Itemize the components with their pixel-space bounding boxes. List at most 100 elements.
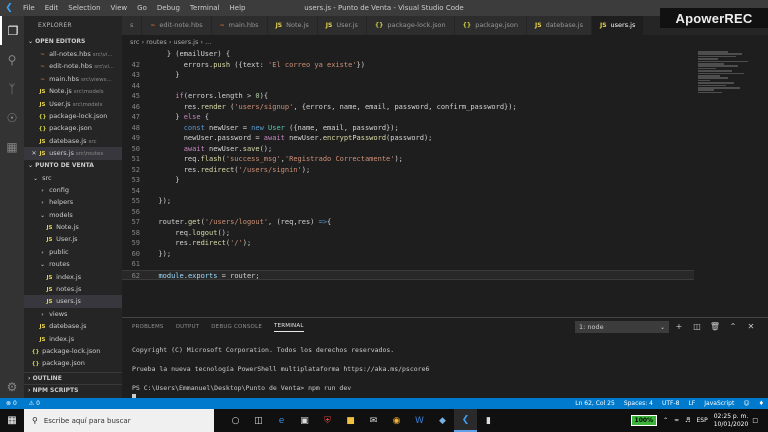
terminal-output[interactable]: Copyright (C) Microsoft Corporation. Tod… <box>122 336 768 403</box>
chevron-up-icon[interactable]: ⌃ <box>663 417 668 424</box>
open-editor-item[interactable]: JS User.js src\models <box>24 98 122 110</box>
tab-main-hbs[interactable]: ~ main.hbs <box>211 16 268 35</box>
tab-package-json[interactable]: {} package.json <box>454 16 527 35</box>
tab-note-js[interactable]: JS Note.js <box>267 16 318 35</box>
open-editor-item[interactable]: ✕ JS users.js src\routes <box>24 147 122 160</box>
panel-tab-debug-console[interactable]: DEBUG CONSOLE <box>211 324 262 330</box>
tree-file[interactable]: JS User.js <box>24 233 122 245</box>
tree-file[interactable]: JS datebase.js <box>24 320 122 332</box>
bell-icon[interactable]: ♦ <box>759 398 764 409</box>
gear-icon[interactable]: ⚙ <box>0 380 24 394</box>
debug-icon[interactable]: ☉ <box>0 103 24 132</box>
tab-s[interactable]: s <box>122 16 143 35</box>
mail-icon[interactable]: ✉ <box>362 409 385 432</box>
tree-file[interactable]: JS Note.js <box>24 221 122 233</box>
notifications-icon[interactable]: □ <box>752 417 758 424</box>
code-line[interactable]: 45 if(errors.length > 0){ <box>122 91 694 102</box>
minimap[interactable] <box>694 49 768 317</box>
code-line[interactable]: 52 res.redirect('/users/signin'); <box>122 165 694 176</box>
code-line[interactable]: 58 req.logout(); <box>122 228 694 239</box>
code-line[interactable]: 53 } <box>122 175 694 186</box>
chrome-icon[interactable]: ◉ <box>385 409 408 432</box>
code-line[interactable]: 51 req.flash('success_msg','Registrado C… <box>122 154 694 165</box>
cursor-position[interactable]: Ln 62, Col 25 <box>575 398 615 409</box>
app-cube-icon[interactable]: ◆ <box>431 409 454 432</box>
cortana-icon[interactable]: ○ <box>224 409 247 432</box>
task-view-icon[interactable]: ◫ <box>247 409 270 432</box>
menu-help[interactable]: Help <box>225 0 251 16</box>
breadcrumb-item[interactable]: src <box>130 38 140 46</box>
code-line[interactable]: 55 }); <box>122 196 694 207</box>
search-icon[interactable]: ⚲ <box>0 45 24 74</box>
open-editor-item[interactable]: {} package-lock.json <box>24 110 122 122</box>
tree-folder[interactable]: ⌄ src <box>24 172 122 184</box>
taskbar-search[interactable]: ⚲ Escribe aquí para buscar <box>24 409 214 432</box>
tree-file[interactable]: {} package.json <box>24 357 122 369</box>
code-line[interactable]: 42 errors.push ({text: 'El correo ya exi… <box>122 60 694 71</box>
extensions-icon[interactable]: ▦ <box>0 132 24 161</box>
windows-start-icon[interactable]: ▦ <box>0 409 24 432</box>
panel-tab-terminal[interactable]: TERMINAL <box>274 323 304 332</box>
code-line[interactable]: 44 <box>122 81 694 92</box>
close-icon[interactable]: ✕ <box>30 148 38 159</box>
breadcrumb-item[interactable]: users.js <box>174 38 199 46</box>
npm-scripts-section[interactable]: › NPM SCRIPTS <box>24 384 122 396</box>
vscode-taskbar-icon[interactable]: ❮ <box>454 409 477 432</box>
code-line[interactable]: 50 await newUser.save(); <box>122 144 694 155</box>
indentation[interactable]: Spaces: 4 <box>624 398 653 409</box>
language-mode[interactable]: JavaScript <box>704 398 734 409</box>
new-terminal-icon[interactable]: + <box>670 321 688 333</box>
film-icon[interactable]: ▮ <box>477 409 500 432</box>
outline-section[interactable]: › OUTLINE <box>24 372 122 384</box>
menu-terminal[interactable]: Terminal <box>185 0 225 16</box>
code-line[interactable]: 60 }); <box>122 249 694 260</box>
explorer-icon[interactable]: ❐ <box>0 16 24 45</box>
tree-file[interactable]: JS users.js <box>24 295 122 308</box>
open-editor-item[interactable]: ~ main.hbs src\views... <box>24 73 122 85</box>
breadcrumb-item[interactable]: routes <box>146 38 167 46</box>
open-editor-item[interactable]: ~ all-notes.hbs src\vi... <box>24 48 122 60</box>
menu-file[interactable]: File <box>18 0 40 16</box>
terminal-select[interactable]: 1: node ⌄ <box>575 321 669 333</box>
code-line[interactable]: 47 } else { <box>122 112 694 123</box>
volume-icon[interactable]: ♬ <box>685 417 690 424</box>
code-line[interactable]: 43 } <box>122 70 694 81</box>
wifi-icon[interactable]: ≈ <box>674 417 679 424</box>
code-line[interactable]: 48 const newUser = new User ({name, emai… <box>122 123 694 134</box>
eol[interactable]: LF <box>688 398 695 409</box>
maximize-panel-icon[interactable]: ⌃ <box>724 321 742 333</box>
tree-file[interactable]: JS index.js <box>24 333 122 345</box>
code-editor[interactable]: } (emailUser) {42 errors.push ({text: 'E… <box>122 49 694 317</box>
menu-edit[interactable]: Edit <box>40 0 64 16</box>
clock[interactable]: 02:25 p. m. 10/01/2020 <box>714 413 749 429</box>
tab-package-lock-json[interactable]: {} package-lock.json <box>366 16 455 35</box>
tab-edit-note-hbs[interactable]: ~ edit-note.hbs <box>142 16 212 35</box>
project-section[interactable]: ⌄ PUNTO DE VENTA <box>24 160 122 172</box>
code-line[interactable]: 61 <box>122 259 694 270</box>
code-line[interactable]: 54 <box>122 186 694 197</box>
code-line[interactable]: 57 router.get('/users/logout', (req,res)… <box>122 217 694 228</box>
open-editor-item[interactable]: JS datebase.js src <box>24 135 122 147</box>
code-line[interactable]: 62 module.exports = router; <box>122 269 694 280</box>
menu-go[interactable]: Go <box>132 0 152 16</box>
tab-datebase-js[interactable]: JS datebase.js <box>527 16 592 35</box>
close-icon[interactable]: ✕ <box>742 321 760 333</box>
menu-selection[interactable]: Selection <box>63 0 105 16</box>
tree-folder[interactable]: › config <box>24 184 122 196</box>
menu-view[interactable]: View <box>106 0 133 16</box>
tree-file[interactable]: JS index.js <box>24 271 122 283</box>
source-control-icon[interactable]: ᛉ <box>0 74 24 103</box>
tree-folder[interactable]: › public <box>24 246 122 258</box>
panel-tab-problems[interactable]: PROBLEMS <box>132 324 164 330</box>
split-terminal-icon[interactable]: ◫ <box>688 321 706 333</box>
code-line[interactable]: 46 res.render ('users/signup', {errors, … <box>122 102 694 113</box>
file-explorer-icon[interactable]: ■ <box>339 409 362 432</box>
open-editors-section[interactable]: ⌄ OPEN EDITORS <box>24 36 122 48</box>
encoding[interactable]: UTF-8 <box>662 398 680 409</box>
errors-indicator[interactable]: ⊗ 0 <box>6 400 23 407</box>
code-line[interactable]: } (emailUser) { <box>122 49 694 60</box>
code-line[interactable]: 56 <box>122 207 694 218</box>
mcafee-icon[interactable]: ⛨ <box>316 409 339 432</box>
menu-debug[interactable]: Debug <box>152 0 185 16</box>
warnings-indicator[interactable]: ⚠ 0 <box>29 400 46 407</box>
